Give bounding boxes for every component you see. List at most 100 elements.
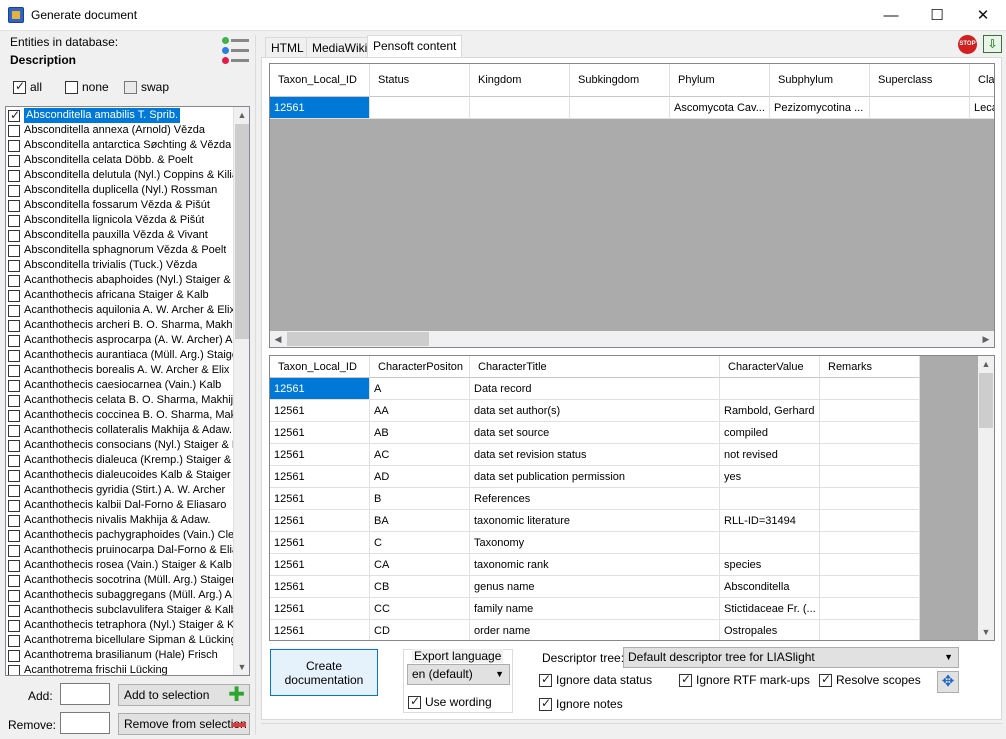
- maximize-button[interactable]: ☐: [914, 0, 960, 31]
- entity-list-item[interactable]: Acanthothecis subclavulifera Staiger & K…: [6, 603, 234, 618]
- character-grid[interactable]: ▲ ▼ Taxon_Local_ID CharacterPositon Charac…: [269, 355, 995, 641]
- checkbox-icon[interactable]: [8, 409, 20, 422]
- column-header[interactable]: Superclass: [870, 64, 970, 97]
- grid-cell[interactable]: data set source: [470, 422, 720, 444]
- column-header[interactable]: Remarks: [820, 356, 920, 378]
- entity-list-item[interactable]: Absconditella duplicella (Nyl.) Rossman: [6, 183, 234, 198]
- grid-cell[interactable]: CD: [370, 620, 470, 640]
- column-header[interactable]: Class: [970, 64, 994, 97]
- grid-cell[interactable]: [820, 598, 920, 620]
- entity-list-item[interactable]: Acanthothecis dialeuca (Kremp.) Staiger …: [6, 453, 234, 468]
- resolve-scopes-checkbox[interactable]: Resolve scopes: [819, 672, 921, 687]
- create-documentation-button[interactable]: Create documentation: [270, 649, 378, 696]
- grid-cell[interactable]: References: [470, 488, 720, 510]
- grid-cell[interactable]: order name: [470, 620, 720, 640]
- entity-list-item[interactable]: Absconditella sphagnorum Vězda & Poelt: [6, 243, 234, 258]
- grid-cell[interactable]: C: [370, 532, 470, 554]
- entity-list-item[interactable]: Absconditella fossarum Vězda & Pišút: [6, 198, 234, 213]
- entity-list-item[interactable]: Acanthothecis celata B. O. Sharma, Makhi…: [6, 393, 234, 408]
- grid-cell[interactable]: Ascomycota Cav...: [670, 97, 770, 119]
- grid-cell[interactable]: AB: [370, 422, 470, 444]
- column-header[interactable]: Kingdom: [470, 64, 570, 97]
- entity-list-item[interactable]: Acanthothecis caesiocarnea (Vain.) Kalb: [6, 378, 234, 393]
- column-header[interactable]: Status: [370, 64, 470, 97]
- column-header[interactable]: Subphylum: [770, 64, 870, 97]
- grid-cell[interactable]: [820, 466, 920, 488]
- checkbox-icon[interactable]: [8, 364, 20, 377]
- add-to-selection-button[interactable]: Add to selection ✚: [118, 684, 250, 706]
- grid-cell[interactable]: Data record: [470, 378, 720, 400]
- checkbox-icon[interactable]: [8, 424, 20, 437]
- grid-cell[interactable]: AC: [370, 444, 470, 466]
- use-wording-checkbox[interactable]: Use wording: [408, 694, 492, 709]
- grid-cell[interactable]: 12561: [270, 378, 370, 400]
- grid-cell[interactable]: 12561: [270, 400, 370, 422]
- grid-cell[interactable]: 12561: [270, 422, 370, 444]
- grid-cell[interactable]: Leca: [970, 97, 994, 119]
- grid-cell[interactable]: RLL-ID=31494: [720, 510, 820, 532]
- checkbox-icon[interactable]: [8, 214, 20, 227]
- checkbox-icon[interactable]: [8, 529, 20, 542]
- scroll-up-icon[interactable]: ▲: [978, 356, 994, 372]
- character-grid-vscrollbar[interactable]: ▲ ▼: [978, 356, 994, 640]
- entity-list-item[interactable]: Acanthothecis archeri B. O. Sharma, Makh…: [6, 318, 234, 333]
- grid-cell[interactable]: family name: [470, 598, 720, 620]
- tab-pensoft-content[interactable]: Pensoft content: [367, 35, 463, 58]
- entity-list-item[interactable]: Absconditella amabilis T. Sprib.: [6, 108, 234, 123]
- grid-cell[interactable]: taxonomic rank: [470, 554, 720, 576]
- entity-list-item[interactable]: Acanthotrema bicellulare Sipman & Lückin…: [6, 633, 234, 648]
- checkbox-icon[interactable]: [8, 289, 20, 302]
- grid-cell[interactable]: AD: [370, 466, 470, 488]
- grid-cell[interactable]: yes: [720, 466, 820, 488]
- grid-cell[interactable]: 12561: [270, 488, 370, 510]
- grid-cell[interactable]: [820, 378, 920, 400]
- grid-cell[interactable]: 12561: [270, 598, 370, 620]
- export-icon[interactable]: ⇩: [983, 35, 1002, 53]
- entity-list-item[interactable]: Acanthothecis kalbii Dal-Forno & Eliasar…: [6, 498, 234, 513]
- grid-cell[interactable]: [720, 532, 820, 554]
- grid-cell[interactable]: Ostropales: [720, 620, 820, 640]
- column-header[interactable]: Taxon_Local_ID: [270, 64, 370, 97]
- checkbox-icon[interactable]: [8, 304, 20, 317]
- grid-cell[interactable]: [720, 378, 820, 400]
- entity-list-item[interactable]: Acanthothecis consocians (Nyl.) Staiger …: [6, 438, 234, 453]
- grid-cell[interactable]: [720, 488, 820, 510]
- entity-list-item[interactable]: Absconditella lignicola Vězda & Pišút: [6, 213, 234, 228]
- minimize-button[interactable]: —: [868, 0, 914, 31]
- grid-cell[interactable]: [820, 422, 920, 444]
- remove-from-selection-button[interactable]: Remove from selection: [118, 713, 250, 735]
- entity-list-item[interactable]: Acanthothecis subaggregans (Müll. Arg.) …: [6, 588, 234, 603]
- entity-list-item[interactable]: Acanthothecis collateralis Makhija & Ada…: [6, 423, 234, 438]
- entity-list-item[interactable]: Absconditella trivialis (Tuck.) Vězda: [6, 258, 234, 273]
- grid-cell[interactable]: Rambold, Gerhard: [720, 400, 820, 422]
- checkbox-icon[interactable]: [8, 229, 20, 242]
- grid-cell[interactable]: [870, 97, 970, 119]
- scroll-thumb[interactable]: [287, 332, 429, 346]
- grid-cell[interactable]: data set author(s): [470, 400, 720, 422]
- checkbox-icon[interactable]: [8, 274, 20, 287]
- entity-list-item[interactable]: Acanthotrema frischii Lücking: [6, 663, 234, 675]
- grid-cell[interactable]: genus name: [470, 576, 720, 598]
- grid-cell[interactable]: [370, 97, 470, 119]
- grid-cell[interactable]: [820, 400, 920, 422]
- select-none-checkbox[interactable]: none: [65, 80, 109, 94]
- remove-input[interactable]: [60, 712, 110, 734]
- grid-cell[interactable]: [820, 576, 920, 598]
- scroll-thumb[interactable]: [979, 373, 993, 428]
- taxon-grid-hscrollbar[interactable]: ◀ ▶: [270, 331, 994, 347]
- entity-list-item[interactable]: Acanthothecis aurantiaca (Müll. Arg.) St…: [6, 348, 234, 363]
- entity-list[interactable]: Absconditella amabilis T. Sprib. Abscondi…: [5, 106, 250, 676]
- grid-cell[interactable]: BA: [370, 510, 470, 532]
- entity-list-item[interactable]: Acanthothecis pachygraphoides (Vain.) Cl…: [6, 528, 234, 543]
- checkbox-icon[interactable]: [8, 184, 20, 197]
- checkbox-icon[interactable]: [8, 154, 20, 167]
- grid-cell[interactable]: CC: [370, 598, 470, 620]
- grid-cell[interactable]: Pezizomycotina ...: [770, 97, 870, 119]
- entity-list-item[interactable]: Acanthothecis rosea (Vain.) Staiger & Ka…: [6, 558, 234, 573]
- grid-cell[interactable]: [820, 620, 920, 640]
- entity-list-item[interactable]: Acanthothecis aquilonia A. W. Archer & E…: [6, 303, 234, 318]
- grid-cell[interactable]: A: [370, 378, 470, 400]
- tab-html[interactable]: HTML: [265, 37, 310, 58]
- checkbox-icon[interactable]: [8, 559, 20, 572]
- grid-cell[interactable]: taxonomic literature: [470, 510, 720, 532]
